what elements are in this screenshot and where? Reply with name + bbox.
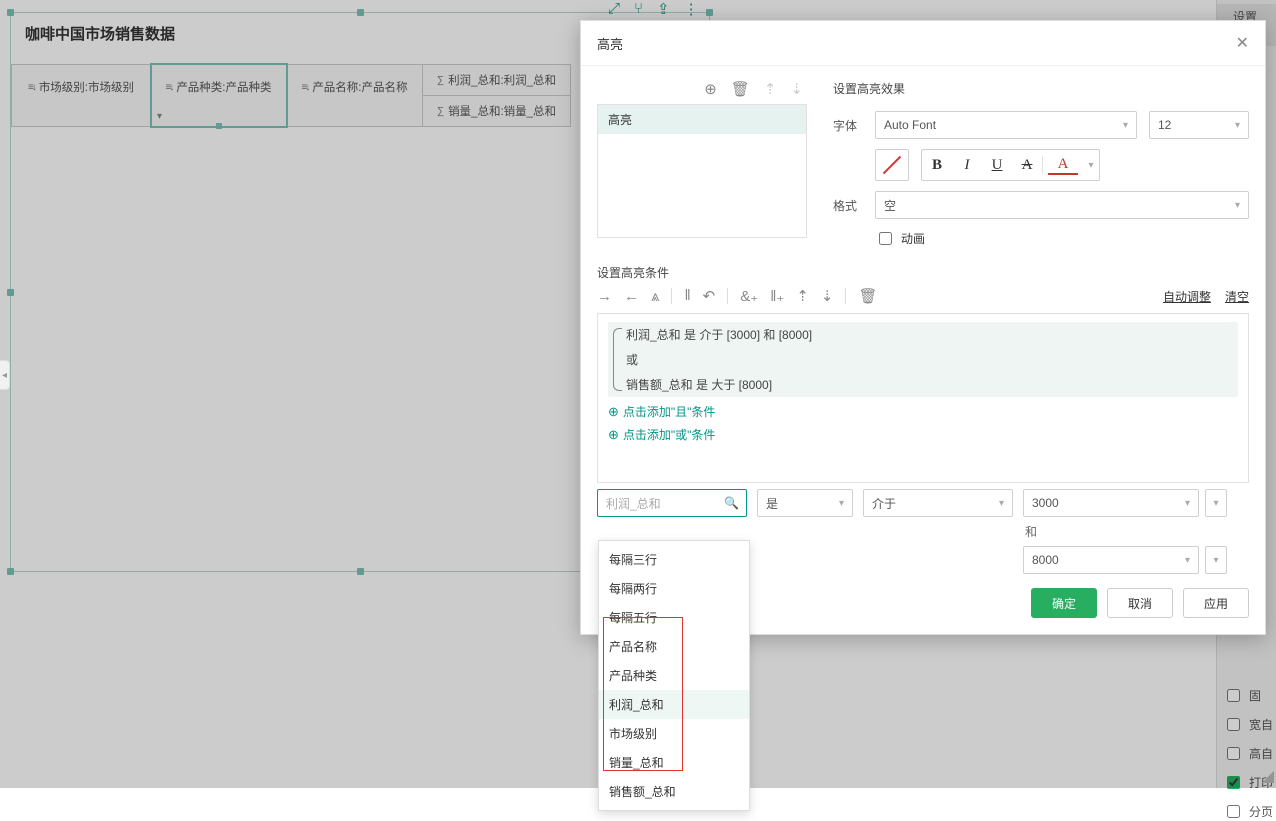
apply-button[interactable]: 应用 xyxy=(1183,588,1249,618)
font-select[interactable]: Auto Font▾ xyxy=(875,111,1137,139)
indent-left-icon[interactable]: ← xyxy=(624,288,639,305)
format-value: 空 xyxy=(884,197,896,214)
add-and-icon[interactable]: &₊ xyxy=(740,287,758,305)
dropdown-option[interactable]: 每隔五行 xyxy=(599,603,749,632)
strike-button[interactable]: A xyxy=(1012,150,1042,180)
value-2: 8000 xyxy=(1032,553,1059,567)
dropdown-option[interactable]: 产品种类 xyxy=(599,661,749,690)
field-combobox[interactable]: 利润_总和 🔍 xyxy=(597,489,747,517)
dropdown-option[interactable]: 利润_总和 xyxy=(599,690,749,719)
operator-value: 是 xyxy=(766,495,778,512)
clear-link[interactable]: 清空 xyxy=(1225,288,1249,305)
dropdown-option[interactable]: 市场级别 xyxy=(599,719,749,748)
field-placeholder: 利润_总和 xyxy=(606,495,661,512)
background-color-picker[interactable] xyxy=(875,149,909,181)
add-or-condition-link[interactable]: 点击添加"或"条件 xyxy=(608,426,1238,443)
down-icon[interactable]: ⇣ xyxy=(821,287,834,305)
indent-right-icon[interactable]: → xyxy=(597,288,612,305)
condition-connector: 或 xyxy=(626,351,1230,368)
dialog-title: 高亮 xyxy=(597,34,623,53)
ok-button[interactable]: 确定 xyxy=(1031,588,1097,618)
delete-icon[interactable]: 🗑 xyxy=(858,287,877,305)
format-select[interactable]: 空▾ xyxy=(875,191,1249,219)
color-dropdown-icon[interactable]: ▾ xyxy=(1083,150,1099,180)
add-and-condition-link[interactable]: 点击添加"且"条件 xyxy=(608,403,1238,420)
value-1: 3000 xyxy=(1032,496,1059,510)
close-icon[interactable]: ✕ xyxy=(1236,33,1249,53)
auto-adjust-link[interactable]: 自动调整 xyxy=(1163,288,1211,305)
dropdown-option[interactable]: 每隔两行 xyxy=(599,574,749,603)
condition-section-label: 设置高亮条件 xyxy=(597,264,1249,281)
move-up-icon[interactable]: ⇡ xyxy=(764,80,777,98)
cancel-button[interactable]: 取消 xyxy=(1107,588,1173,618)
rules-list: 高亮 xyxy=(597,104,807,238)
merge-icon[interactable]: ⩓ xyxy=(651,288,659,305)
left-collapse-handle[interactable]: ◂ xyxy=(0,360,10,390)
field-dropdown-list: 每隔三行 每隔两行 每隔五行 产品名称 产品种类 利润_总和 市场级别 销量_总… xyxy=(598,540,750,811)
operator-select[interactable]: 是▾ xyxy=(757,489,853,517)
format-label: 格式 xyxy=(833,197,863,214)
rule-item[interactable]: 高亮 xyxy=(598,105,806,134)
dropdown-option[interactable]: 每隔三行 xyxy=(599,545,749,574)
option-label: 分页 xyxy=(1249,803,1273,820)
option-row[interactable]: 分页 xyxy=(1223,802,1276,821)
undo-icon[interactable]: ↶ xyxy=(703,287,716,305)
dropdown-option[interactable]: 销量_总和 xyxy=(599,748,749,777)
text-style-toolbar: B I U A A ▾ xyxy=(921,149,1100,181)
condition-group[interactable]: 利润_总和 是 介于 [3000] 和 [8000] 或 销售额_总和 是 大于… xyxy=(608,322,1238,397)
value-1-input[interactable]: 3000▾ xyxy=(1023,489,1199,517)
and-label: 和 xyxy=(1023,523,1227,540)
up-icon[interactable]: ⇡ xyxy=(796,287,809,305)
value-extra-button[interactable]: ▾ xyxy=(1205,489,1227,517)
value-extra-button[interactable]: ▾ xyxy=(1205,546,1227,574)
bold-button[interactable]: B xyxy=(922,150,952,180)
condition-row[interactable]: 利润_总和 是 介于 [3000] 和 [8000] xyxy=(626,326,1230,343)
font-size-select[interactable]: 12▾ xyxy=(1149,111,1249,139)
dropdown-option[interactable]: 产品名称 xyxy=(599,632,749,661)
pause-icon[interactable]: ‖ xyxy=(684,287,690,305)
value-2-input[interactable]: 8000▾ xyxy=(1023,546,1199,574)
move-down-icon[interactable]: ⇣ xyxy=(790,80,803,98)
comparator-value: 介于 xyxy=(872,495,896,512)
add-or-icon[interactable]: ‖₊ xyxy=(770,287,784,305)
font-size-value: 12 xyxy=(1158,118,1171,132)
effect-section-label: 设置高亮效果 xyxy=(833,80,1249,97)
dropdown-option[interactable]: 销售额_总和 xyxy=(599,777,749,806)
condition-row[interactable]: 销售额_总和 是 大于 [8000] xyxy=(626,376,1230,393)
font-value: Auto Font xyxy=(884,118,936,132)
animation-label: 动画 xyxy=(901,230,925,247)
animation-checkbox-row[interactable]: 动画 xyxy=(875,229,925,248)
condition-box: 利润_总和 是 介于 [3000] 和 [8000] 或 销售额_总和 是 大于… xyxy=(597,313,1249,483)
add-rule-icon[interactable]: ⊕ xyxy=(704,80,717,98)
font-label: 字体 xyxy=(833,117,863,134)
italic-button[interactable]: I xyxy=(952,150,982,180)
comparator-select[interactable]: 介于▾ xyxy=(863,489,1013,517)
underline-button[interactable]: U xyxy=(982,150,1012,180)
animation-checkbox[interactable] xyxy=(879,232,892,245)
delete-rule-icon[interactable]: 🗑 xyxy=(731,80,750,98)
font-color-button[interactable]: A xyxy=(1048,155,1078,175)
